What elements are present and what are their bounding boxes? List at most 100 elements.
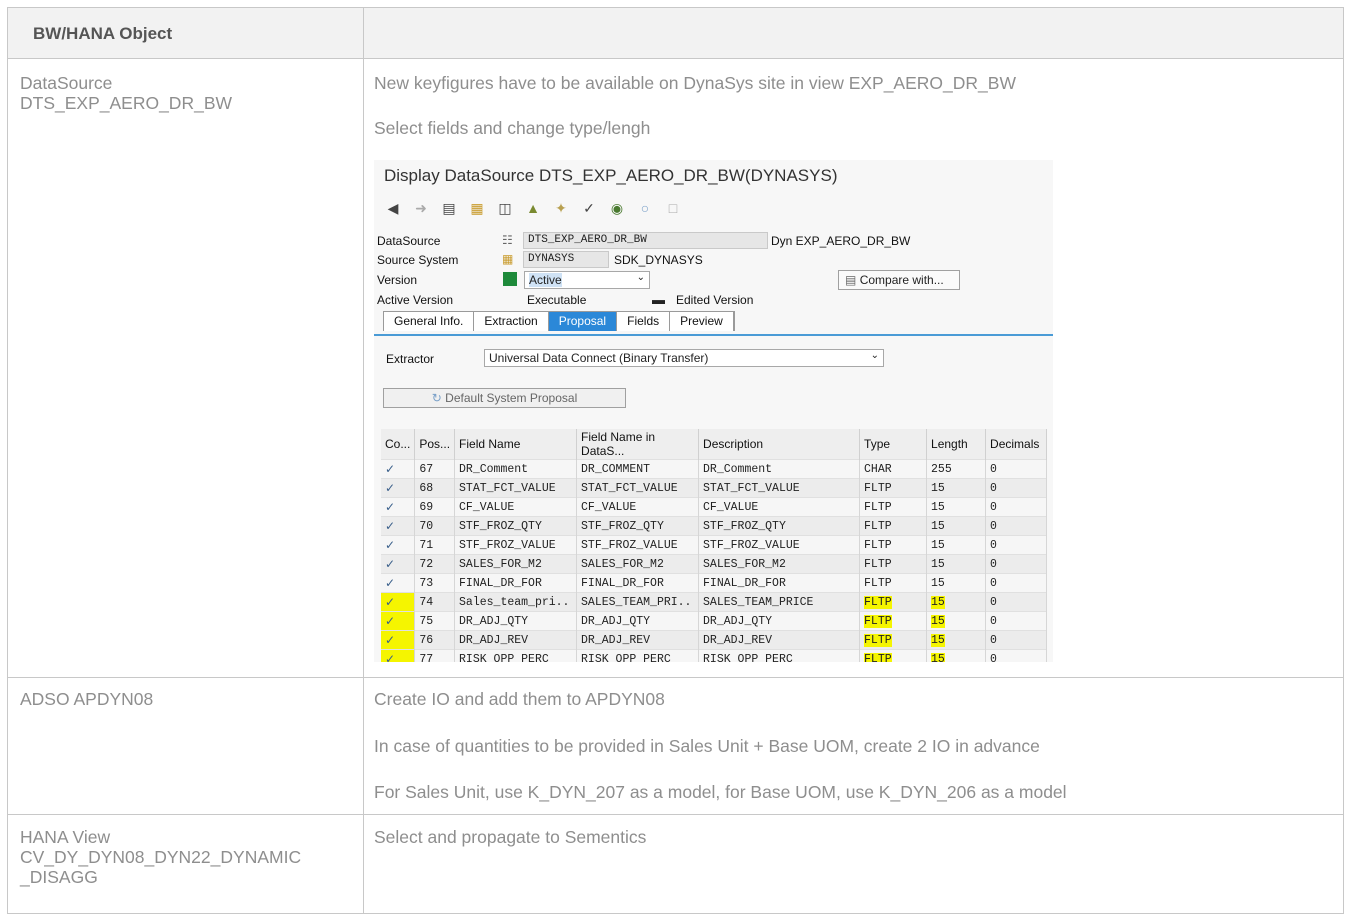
table-row[interactable]: ✓ 73 FINAL_DR_FOR FINAL_DR_FOR FINAL_DR_FOR F… <box>381 573 1047 593</box>
grid-header-pos[interactable]: Pos... <box>414 429 456 460</box>
checkbox-checked-icon[interactable]: ✓ <box>385 576 395 590</box>
tab-general-info[interactable]: General Info. <box>384 312 475 331</box>
grid-header-decimals[interactable]: Decimals <box>985 429 1047 460</box>
tab-fields[interactable]: Fields <box>617 312 671 331</box>
grid-header-type[interactable]: Type <box>859 429 928 460</box>
version-dropdown-value: Active <box>529 273 562 287</box>
tab-preview[interactable]: Preview <box>670 312 734 331</box>
row-length: 255 <box>926 459 987 479</box>
row-decimals-text: 0 <box>990 576 997 590</box>
row-pos: 67 <box>414 459 456 479</box>
source-system-description: SDK_DYNASYS <box>614 253 703 267</box>
checkbox-checked-icon[interactable]: ✓ <box>385 519 395 533</box>
grid-header-field-name[interactable]: Field Name <box>454 429 578 460</box>
row-field-name-ds: STF_FROZ_QTY <box>576 516 700 536</box>
database-icon[interactable]: ◉ <box>608 199 626 217</box>
table-row[interactable]: ✓ 75 DR_ADJ_QTY DR_ADJ_QTY DR_ADJ_QTY FLTP 15 0 <box>381 611 1047 631</box>
row-description: STF_FROZ_QTY <box>698 516 861 536</box>
row-pos: 74 <box>414 592 456 612</box>
row2-text-2: In case of quantities to be provided in … <box>374 736 1040 756</box>
checkbox-checked-icon[interactable]: ✓ <box>385 633 395 647</box>
row-checkbox[interactable]: ✓ <box>381 611 416 631</box>
compare-with-button[interactable]: ▤ Compare with... <box>838 270 960 290</box>
row1-text-2: Select fields and change type/lengh <box>374 118 651 138</box>
row-field-name-text: STF_FROZ_QTY <box>459 519 542 533</box>
glasses-icon[interactable]: ◫ <box>496 199 514 217</box>
row-checkbox[interactable]: ✓ <box>381 573 416 593</box>
tab-extraction[interactable]: Extraction <box>474 312 549 331</box>
refresh-icon: ↻ <box>431 391 442 405</box>
row-decimals: 0 <box>985 592 1047 612</box>
grid-header-length[interactable]: Length <box>926 429 987 460</box>
version-dropdown[interactable]: Active ⌄ <box>524 271 650 289</box>
row-description: SALES_TEAM_PRICE <box>698 592 861 612</box>
table-row[interactable]: ✓ 77 RISK_OPP_PERC RISK_OPP_PERC RISK_OPP_PE… <box>381 649 1047 662</box>
table-row[interactable]: ✓ 70 STF_FROZ_QTY STF_FROZ_QTY STF_FROZ_QTY F… <box>381 516 1047 536</box>
row-field-name-ds-text: DR_ADJ_QTY <box>581 614 651 628</box>
grid-header-field-name-ds[interactable]: Field Name in DataS... <box>576 429 700 460</box>
row-checkbox[interactable]: ✓ <box>381 592 416 612</box>
row-field-name-ds-text: DR_COMMENT <box>581 462 651 476</box>
table-row[interactable]: ✓ 67 DR_Comment DR_COMMENT DR_Comment CHAR 255… <box>381 459 1047 479</box>
row-checkbox[interactable]: ✓ <box>381 649 416 662</box>
row-description: FINAL_DR_FOR <box>698 573 861 593</box>
row-field-name-text: FINAL_DR_FOR <box>459 576 542 590</box>
row-field-name-ds: DR_COMMENT <box>576 459 700 479</box>
row-checkbox[interactable]: ✓ <box>381 459 416 479</box>
row-length: 15 <box>926 649 987 662</box>
grid-header-co[interactable]: Co... <box>381 429 416 460</box>
row-checkbox[interactable]: ✓ <box>381 516 416 536</box>
row-checkbox[interactable]: ✓ <box>381 535 416 555</box>
grid-body: ✓ 67 DR_Comment DR_COMMENT DR_Comment CHAR 255… <box>381 459 1047 662</box>
table-row[interactable]: ✓ 71 STF_FROZ_VALUE STF_FROZ_VALUE STF_FROZ_… <box>381 535 1047 555</box>
default-system-proposal-button[interactable]: ↻ Default System Proposal <box>383 388 626 408</box>
row-length: 15 <box>926 535 987 555</box>
table-row[interactable]: ✓ 72 SALES_FOR_M2 SALES_FOR_M2 SALES_FOR_M2 F… <box>381 554 1047 574</box>
table-row[interactable]: ✓ 69 CF_VALUE CF_VALUE CF_VALUE FLTP 15 0 <box>381 497 1047 517</box>
row-type: FLTP <box>859 649 928 662</box>
row3-object-line3: _DISAGG <box>20 867 98 887</box>
row-length-text: 15 <box>931 652 945 662</box>
row-pos-text: 73 <box>419 576 434 590</box>
back-arrow-icon[interactable]: ◀ <box>384 199 402 217</box>
transport-icon[interactable]: ▲ <box>524 199 542 217</box>
checkbox-checked-icon[interactable]: ✓ <box>385 614 395 628</box>
row-checkbox[interactable]: ✓ <box>381 497 416 517</box>
table-row[interactable]: ✓ 74 Sales_team_pri.. SALES_TEAM_PRI.. SALES… <box>381 592 1047 612</box>
row-checkbox[interactable]: ✓ <box>381 630 416 650</box>
datasource-description: Dyn EXP_AERO_DR_BW <box>771 234 911 248</box>
check-icon[interactable]: ✓ <box>580 199 598 217</box>
checkbox-checked-icon[interactable]: ✓ <box>385 557 395 571</box>
row-length: 15 <box>926 478 987 498</box>
row-field-name-text: STF_FROZ_VALUE <box>459 538 556 552</box>
forward-arrow-icon[interactable]: ➜ <box>412 199 430 217</box>
checkbox-checked-icon[interactable]: ✓ <box>385 462 395 476</box>
table-row[interactable]: ✓ 68 STAT_FCT_VALUE STAT_FCT_VALUE STAT_FCT_… <box>381 478 1047 498</box>
row-description-text: DR_Comment <box>703 462 773 476</box>
row-decimals-text: 0 <box>990 519 997 533</box>
checkbox-checked-icon[interactable]: ✓ <box>385 538 395 552</box>
checkbox-checked-icon[interactable]: ✓ <box>385 481 395 495</box>
row-field-name-ds: RISK_OPP_PERC <box>576 649 700 662</box>
hierarchy-icon[interactable]: ▦ <box>468 199 486 217</box>
checkbox-checked-icon[interactable]: ✓ <box>385 652 395 662</box>
row-type: FLTP <box>859 611 928 631</box>
row-decimals: 0 <box>985 554 1047 574</box>
extractor-dropdown[interactable]: Universal Data Connect (Binary Transfer)… <box>484 349 884 367</box>
row-field-name-text: Sales_team_pri.. <box>459 595 570 609</box>
checkbox-checked-icon[interactable]: ✓ <box>385 500 395 514</box>
where-used-icon[interactable]: ○ <box>636 199 654 217</box>
document-icon[interactable]: □ <box>664 199 682 217</box>
row-checkbox[interactable]: ✓ <box>381 554 416 574</box>
row-checkbox[interactable]: ✓ <box>381 478 416 498</box>
wand-icon[interactable]: ✦ <box>552 199 570 217</box>
row-pos-text: 76 <box>419 633 434 647</box>
row-decimals: 0 <box>985 516 1047 536</box>
table-row[interactable]: ✓ 76 DR_ADJ_REV DR_ADJ_REV DR_ADJ_REV FLTP 15 0 <box>381 630 1047 650</box>
grid-header-description[interactable]: Description <box>698 429 861 460</box>
checkbox-checked-icon[interactable]: ✓ <box>385 595 395 609</box>
object-list-icon[interactable]: ▤ <box>440 199 458 217</box>
row-pos: 72 <box>414 554 456 574</box>
fields-grid: Co... Pos... Field Name Field Name in Da… <box>381 429 1047 662</box>
tab-proposal[interactable]: Proposal <box>548 312 618 331</box>
